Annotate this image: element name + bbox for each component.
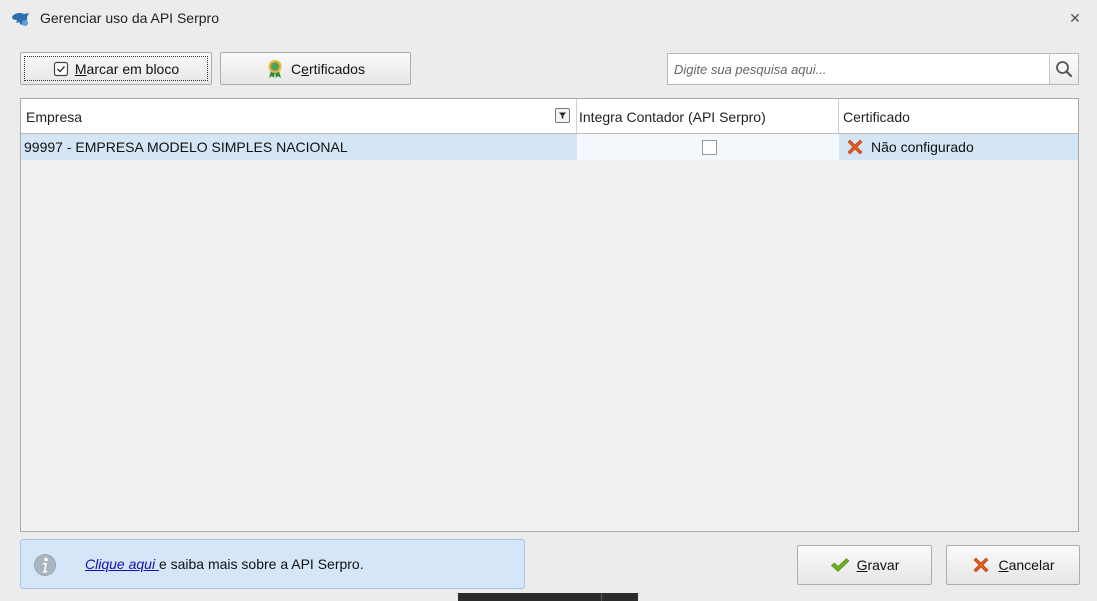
column-header-empresa[interactable]: Empresa [21,99,577,133]
close-icon[interactable]: ✕ [1067,10,1083,26]
checkmark-icon [830,558,850,572]
clique-aqui-link[interactable]: Clique aqui [85,556,159,572]
search-icon [1056,61,1073,78]
search-box [667,53,1079,85]
integra-checkbox[interactable] [701,139,717,155]
window-title: Gerenciar uso da API Serpro [40,10,219,26]
cell-integra [577,134,839,160]
error-x-icon [847,139,863,155]
checkbox-icon [53,61,68,76]
column-header-certificado[interactable]: Certificado [839,99,1078,133]
info-panel: Clique aqui e saiba mais sobre a API Ser… [20,539,525,589]
info-text: Clique aqui e saiba mais sobre a API Ser… [85,556,364,572]
certificado-status: Não configurado [871,139,974,155]
search-button[interactable] [1049,54,1078,84]
cancel-x-icon [974,557,989,573]
cancelar-button[interactable]: Cancelar [946,545,1080,585]
cell-empresa: 99997 - EMPRESA MODELO SIMPLES NACIONAL [24,139,348,155]
marcar-em-bloco-button[interactable]: Marcar em bloco [20,52,212,85]
certificados-label: Certificados [291,60,365,77]
table-row[interactable]: 99997 - EMPRESA MODELO SIMPLES NACIONAL … [21,134,1078,160]
empresas-grid: Empresa Integra Contador (API Serpro) Ce… [20,98,1079,532]
column-header-integra[interactable]: Integra Contador (API Serpro) [577,99,839,133]
gravar-label: Gravar [856,557,900,573]
search-input[interactable] [668,54,1051,84]
certificate-icon [268,59,282,78]
certificados-button[interactable]: Certificados [220,52,411,85]
title-bar: Gerenciar uso da API Serpro ✕ [0,0,1097,38]
taskbar-fragment [458,593,638,601]
info-icon [34,554,56,576]
grid-header: Empresa Integra Contador (API Serpro) Ce… [21,99,1078,134]
serpro-app-icon [12,13,29,26]
cancelar-label: Cancelar [998,557,1055,573]
taskbar-separator [601,593,602,601]
filter-icon[interactable] [555,108,570,123]
marcar-em-bloco-label: Marcar em bloco [74,60,180,77]
info-description: e saiba mais sobre a API Serpro. [158,556,364,572]
gravar-button[interactable]: Gravar [797,545,932,585]
cell-certificado: Não configurado [839,134,1078,160]
